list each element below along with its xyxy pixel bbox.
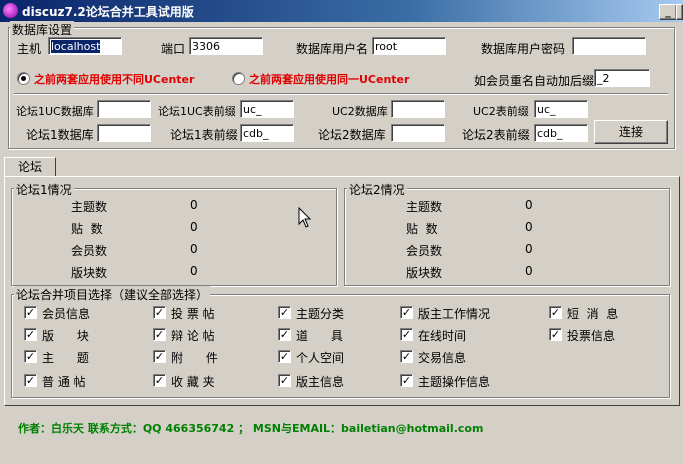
forum2-db-label: 论坛2数据库 xyxy=(318,128,386,142)
uc2-db-label: UC2数据库 xyxy=(332,105,388,118)
port-input[interactable]: 3306 xyxy=(189,37,263,55)
uc2-prefix-label: UC2表前缀 xyxy=(473,105,529,118)
forum1-stat-label: 版块数 xyxy=(71,266,108,280)
mouse-cursor-icon xyxy=(298,207,312,228)
uc1-prefix-input[interactable]: uc_ xyxy=(240,100,294,118)
radio-same-ucenter-label: 之前两套应用使用同一UCenter xyxy=(249,73,410,86)
forum1-db-label: 论坛1数据库 xyxy=(26,128,94,142)
merge-checkbox[interactable]: ✓ xyxy=(278,306,291,319)
merge-checkbox[interactable]: ✓ xyxy=(24,350,37,363)
merge-checkbox[interactable]: ✓ xyxy=(400,350,413,363)
radio-different-ucenter-label: 之前两套应用使用不同UCenter xyxy=(34,73,195,86)
merge-checkbox-label: 普 通 帖 xyxy=(42,375,86,389)
db-password-label: 数据库用户密码 xyxy=(481,42,566,56)
forum2-stat-value: 0 xyxy=(525,242,533,256)
merge-checkbox[interactable]: ✓ xyxy=(400,374,413,387)
footer-author: 作者：白乐天 联系方式：QQ 466356742 ； MSN与EMAIL：bai… xyxy=(18,422,484,435)
merge-checkbox-label: 版主信息 xyxy=(296,375,345,389)
connect-button[interactable]: 连接 xyxy=(594,120,668,144)
forum1-db-input[interactable] xyxy=(97,124,151,142)
merge-checkbox[interactable]: ✓ xyxy=(24,306,37,319)
suffix-input[interactable]: _2 xyxy=(594,69,650,87)
forum2-stat-label: 会员数 xyxy=(406,244,443,258)
uc1-db-label: 论坛1UC数据库 xyxy=(16,105,94,118)
merge-checkbox[interactable]: ✓ xyxy=(278,374,291,387)
db-password-input[interactable] xyxy=(572,37,646,55)
merge-checkbox-label: 道 具 xyxy=(296,329,343,343)
minimize-button[interactable]: _ xyxy=(659,4,677,20)
merge-checkbox-label: 版 块 xyxy=(42,329,89,343)
forum1-stat-label: 会员数 xyxy=(71,244,108,258)
close-button[interactable] xyxy=(676,4,683,20)
forum1-stat-value: 0 xyxy=(190,198,198,212)
forum2-title: 论坛2情况 xyxy=(347,181,407,198)
host-value: localhost xyxy=(51,40,101,53)
merge-checkbox[interactable]: ✓ xyxy=(400,306,413,319)
merge-checkbox-label: 版主工作情况 xyxy=(418,307,491,321)
merge-checkbox[interactable]: ✓ xyxy=(153,328,166,341)
divider xyxy=(14,93,668,95)
tab-forum[interactable]: 论坛 xyxy=(4,157,56,177)
suffix-label: 如会员重名自动加后缀 xyxy=(474,74,595,88)
forum2-stat-label: 主题数 xyxy=(406,200,443,214)
merge-checkbox-label: 在线时间 xyxy=(418,329,467,343)
merge-checkbox[interactable]: ✓ xyxy=(153,374,166,387)
merge-checkbox-label: 附 件 xyxy=(171,351,218,365)
merge-checkbox[interactable]: ✓ xyxy=(153,350,166,363)
forum2-group xyxy=(344,188,670,286)
db-user-input[interactable]: root xyxy=(372,37,446,55)
forum2-stat-value: 0 xyxy=(525,220,533,234)
port-label: 端口 xyxy=(161,42,186,56)
uc2-db-input[interactable] xyxy=(391,100,445,118)
merge-checkbox-label: 个人空间 xyxy=(296,351,345,365)
host-label: 主机 xyxy=(17,42,42,56)
merge-checkbox[interactable]: ✓ xyxy=(278,350,291,363)
forum1-stat-value: 0 xyxy=(190,220,198,234)
forum1-group xyxy=(11,188,337,286)
merge-checkbox-label: 主题分类 xyxy=(296,307,345,321)
merge-checkbox[interactable]: ✓ xyxy=(278,328,291,341)
db-user-label: 数据库用户名 xyxy=(296,42,369,56)
uc1-prefix-label: 论坛1UC表前缀 xyxy=(158,105,236,118)
forum2-stat-label: 贴 数 xyxy=(406,222,438,236)
merge-checkbox[interactable]: ✓ xyxy=(153,306,166,319)
forum1-prefix-input[interactable]: cdb_ xyxy=(240,124,294,142)
merge-checkbox-label: 会员信息 xyxy=(42,307,91,321)
merge-checkbox[interactable]: ✓ xyxy=(400,328,413,341)
forum2-stat-value: 0 xyxy=(525,264,533,278)
forum2-db-input[interactable] xyxy=(391,124,445,142)
window-title: discuz7.2论坛合并工具试用版 xyxy=(22,5,194,19)
db-settings-title: 数据库设置 xyxy=(10,21,75,38)
merge-checkbox-label: 交易信息 xyxy=(418,351,467,365)
forum1-title: 论坛1情况 xyxy=(14,181,74,198)
forum2-stat-value: 0 xyxy=(525,198,533,212)
forum2-stat-label: 版块数 xyxy=(406,266,443,280)
forum1-stat-label: 贴 数 xyxy=(71,222,103,236)
merge-checkbox-label: 主题操作信息 xyxy=(418,375,491,389)
forum1-stat-value: 0 xyxy=(190,264,198,278)
radio-same-ucenter[interactable] xyxy=(232,72,245,85)
forum2-prefix-label: 论坛2表前缀 xyxy=(462,128,530,142)
merge-checkbox-label: 主 题 xyxy=(42,351,89,365)
merge-checkbox-label: 投 票 帖 xyxy=(171,307,215,321)
forum1-stat-label: 主题数 xyxy=(71,200,108,214)
merge-checkbox[interactable]: ✓ xyxy=(24,328,37,341)
forum1-prefix-label: 论坛1表前缀 xyxy=(170,128,238,142)
uc2-prefix-input[interactable]: uc_ xyxy=(534,100,588,118)
app-icon xyxy=(3,3,18,18)
merge-checkbox-label: 投票信息 xyxy=(567,329,616,343)
uc1-db-input[interactable] xyxy=(97,100,151,118)
merge-checkbox-label: 辩 论 帖 xyxy=(171,329,215,343)
radio-different-ucenter[interactable] xyxy=(17,72,30,85)
merge-checkbox[interactable]: ✓ xyxy=(549,306,562,319)
merge-checkbox-label: 收 藏 夹 xyxy=(171,375,215,389)
host-input[interactable]: localhost xyxy=(48,37,122,55)
merge-options-title: 论坛合并项目选择（建议全部选择） xyxy=(14,286,211,303)
merge-checkbox-label: 短 消 息 xyxy=(567,307,619,321)
forum2-prefix-input[interactable]: cdb_ xyxy=(534,124,588,142)
merge-checkbox[interactable]: ✓ xyxy=(549,328,562,341)
merge-checkbox[interactable]: ✓ xyxy=(24,374,37,387)
forum1-stat-value: 0 xyxy=(190,242,198,256)
